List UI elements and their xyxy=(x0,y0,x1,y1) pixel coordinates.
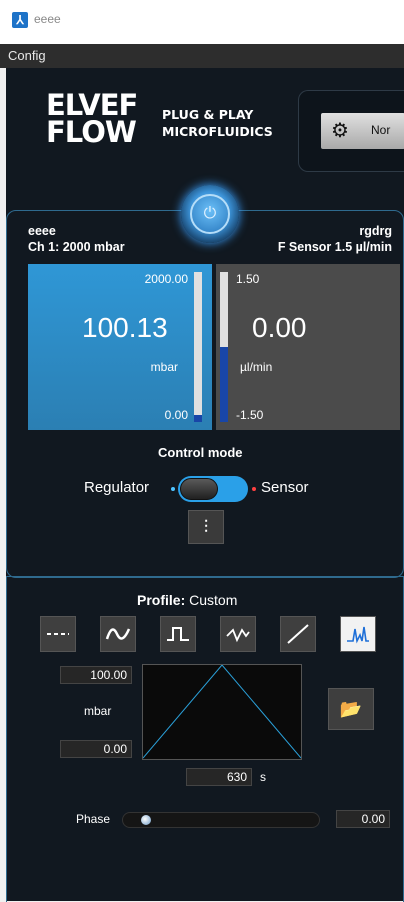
elveflow-icon: ⅄ xyxy=(12,12,28,28)
profile-graph xyxy=(142,664,302,760)
sensor-indicator xyxy=(252,487,256,491)
tagline-line2: MICROFLUIDICS xyxy=(162,124,273,139)
menu-config[interactable]: Config xyxy=(8,48,46,63)
regulator-indicator xyxy=(171,487,175,491)
window-title: eeee xyxy=(34,12,61,26)
sawtooth-wave-icon xyxy=(226,628,250,643)
square-wave-icon xyxy=(167,627,189,641)
app-area: ELVEF FLOW PLUG & PLAY MICROFLUIDICS ⚙ N… xyxy=(6,68,404,902)
profile-max-field[interactable]: 100.00 xyxy=(60,666,132,684)
flow-unit: µl/min xyxy=(240,360,273,374)
profile-duration-field[interactable]: 630 xyxy=(186,768,252,786)
profile-value: Custom xyxy=(189,592,238,608)
waveform-sine-button[interactable] xyxy=(100,616,136,652)
waveform-custom-button[interactable] xyxy=(340,616,376,652)
channel-right-name: rgdrg xyxy=(359,224,392,238)
custom-wave-icon xyxy=(347,626,369,644)
waveform-sawtooth-button[interactable] xyxy=(220,616,256,652)
menu-bar: Config xyxy=(0,44,404,68)
power-icon: ⏻ xyxy=(190,194,230,234)
tuning-button[interactable]: ⫶ xyxy=(188,510,224,544)
profile-preview-line xyxy=(142,664,302,759)
flow-value: 0.00 xyxy=(252,312,307,343)
pressure-unit: mbar xyxy=(150,360,178,374)
channel-left-name: eeee xyxy=(28,224,56,238)
settings-label: Nor xyxy=(371,123,391,137)
elveflow-logo: ELVEF FLOW xyxy=(46,91,146,160)
pressure-bar-fill xyxy=(194,414,202,422)
pressure-tile: 2000.00 100.13 mbar 0.00 xyxy=(28,264,212,430)
ramp-wave-icon xyxy=(287,624,309,644)
load-profile-button[interactable]: 📂 xyxy=(328,688,374,730)
tagline: PLUG & PLAY MICROFLUIDICS xyxy=(162,106,273,140)
profile-min-field[interactable]: 0.00 xyxy=(60,740,132,758)
settings-button[interactable]: ⚙ Nor xyxy=(321,113,404,149)
profile-unit: mbar xyxy=(84,704,112,718)
duration-unit: s xyxy=(260,770,266,784)
pressure-max: 2000.00 xyxy=(144,272,188,286)
phase-label: Phase xyxy=(76,812,111,826)
waveform-constant-button[interactable] xyxy=(40,616,76,652)
control-mode-label: Control mode xyxy=(158,445,243,460)
settings-panel: ⚙ Nor xyxy=(298,90,404,172)
flow-tile: 1.50 0.00 µl/min -1.50 xyxy=(216,264,400,430)
flow-bar xyxy=(220,272,228,422)
profile-title: Profile: Custom xyxy=(137,592,237,608)
tagline-line1: PLUG & PLAY xyxy=(162,107,254,122)
sliders-icon: ⫶ xyxy=(203,517,209,537)
phase-field[interactable]: 0.00 xyxy=(336,810,390,828)
pressure-bar xyxy=(194,272,202,422)
flow-min: -1.50 xyxy=(236,408,264,422)
pressure-min: 0.00 xyxy=(164,408,188,422)
phase-slider-knob[interactable] xyxy=(141,815,151,825)
toggle-knob xyxy=(180,478,218,500)
profile-label: Profile: xyxy=(137,592,186,608)
sine-wave-icon xyxy=(105,628,131,640)
mode-regulator-label: Regulator xyxy=(84,479,150,496)
flow-bar-fill xyxy=(220,347,228,422)
folder-open-icon: 📂 xyxy=(339,699,363,719)
pressure-value: 100.13 xyxy=(82,312,168,343)
waveform-square-button[interactable] xyxy=(160,616,196,652)
control-mode-toggle[interactable] xyxy=(178,476,248,502)
gear-icon: ⚙ xyxy=(331,120,349,142)
flow-max: 1.50 xyxy=(236,272,260,286)
channel-right-desc: F Sensor 1.5 µl/min xyxy=(277,240,392,254)
constant-wave-icon xyxy=(47,633,69,635)
window-titlebar: ⅄ eeee xyxy=(0,0,404,44)
power-button[interactable]: ⏻ xyxy=(181,185,239,243)
phase-slider[interactable] xyxy=(122,812,320,828)
channel-left-desc: Ch 1: 2000 mbar xyxy=(28,240,125,254)
waveform-ramp-button[interactable] xyxy=(280,616,316,652)
logo-line2: FLOW xyxy=(46,115,137,149)
mode-sensor-label: Sensor xyxy=(261,479,309,496)
